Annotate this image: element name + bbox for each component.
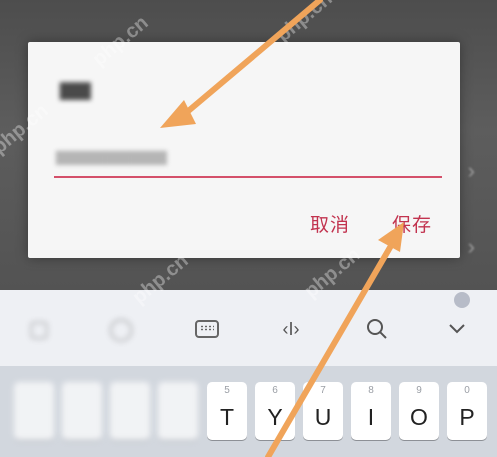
key-blurred[interactable] bbox=[158, 382, 198, 440]
key-letter: P bbox=[459, 404, 475, 430]
key-number: 5 bbox=[224, 385, 230, 396]
chevron-right-icon: › bbox=[467, 158, 475, 183]
key-t[interactable]: 5 T bbox=[207, 382, 247, 440]
key-letter: O bbox=[410, 404, 428, 430]
key-number: 9 bbox=[416, 385, 422, 396]
save-button[interactable]: 保存 bbox=[392, 210, 432, 237]
key-blurred[interactable] bbox=[62, 382, 102, 440]
input-underline bbox=[54, 176, 442, 178]
key-p[interactable]: 0 P bbox=[447, 382, 487, 440]
search-icon[interactable] bbox=[362, 314, 392, 344]
key-letter: U bbox=[314, 404, 332, 430]
key-letter: I bbox=[367, 404, 375, 430]
cancel-button[interactable]: 取消 bbox=[310, 210, 350, 237]
person-icon bbox=[454, 292, 470, 308]
key-o[interactable]: 9 O bbox=[399, 382, 439, 440]
key-letter: Y bbox=[267, 404, 283, 430]
key-letter: T bbox=[219, 404, 235, 430]
key-i[interactable]: 8 I bbox=[351, 382, 391, 440]
keyboard-icon[interactable] bbox=[192, 314, 222, 344]
emoji-icon[interactable]: ▢ bbox=[24, 314, 54, 344]
key-number: 0 bbox=[464, 385, 470, 396]
key-number: 8 bbox=[368, 385, 374, 396]
keyboard-keys: 5 T 6 Y 7 U 8 I 9 O 0 P bbox=[0, 366, 497, 457]
chevron-right-icon: › bbox=[467, 234, 475, 259]
clipboard-icon[interactable]: ◯ bbox=[106, 314, 136, 344]
key-number: 6 bbox=[272, 385, 278, 396]
keyboard-toolbar: ▢ ◯ ‹I› bbox=[0, 290, 497, 366]
key-number: 7 bbox=[320, 385, 326, 396]
key-u[interactable]: 7 U bbox=[303, 382, 343, 440]
collapse-keyboard-icon[interactable] bbox=[442, 314, 472, 344]
key-blurred[interactable] bbox=[110, 382, 150, 440]
key-y[interactable]: 6 Y bbox=[255, 382, 295, 440]
key-blurred[interactable] bbox=[14, 382, 54, 440]
dialog-title-blurred: ▆▆ bbox=[60, 78, 91, 100]
cursor-move-icon[interactable]: ‹I› bbox=[276, 314, 306, 344]
dialog-input-field[interactable]: ▆▆▆▆▆▆▆▆▆ bbox=[56, 142, 442, 172]
edit-dialog: ▆▆ ▆▆▆▆▆▆▆▆▆ 取消 保存 bbox=[28, 42, 460, 258]
